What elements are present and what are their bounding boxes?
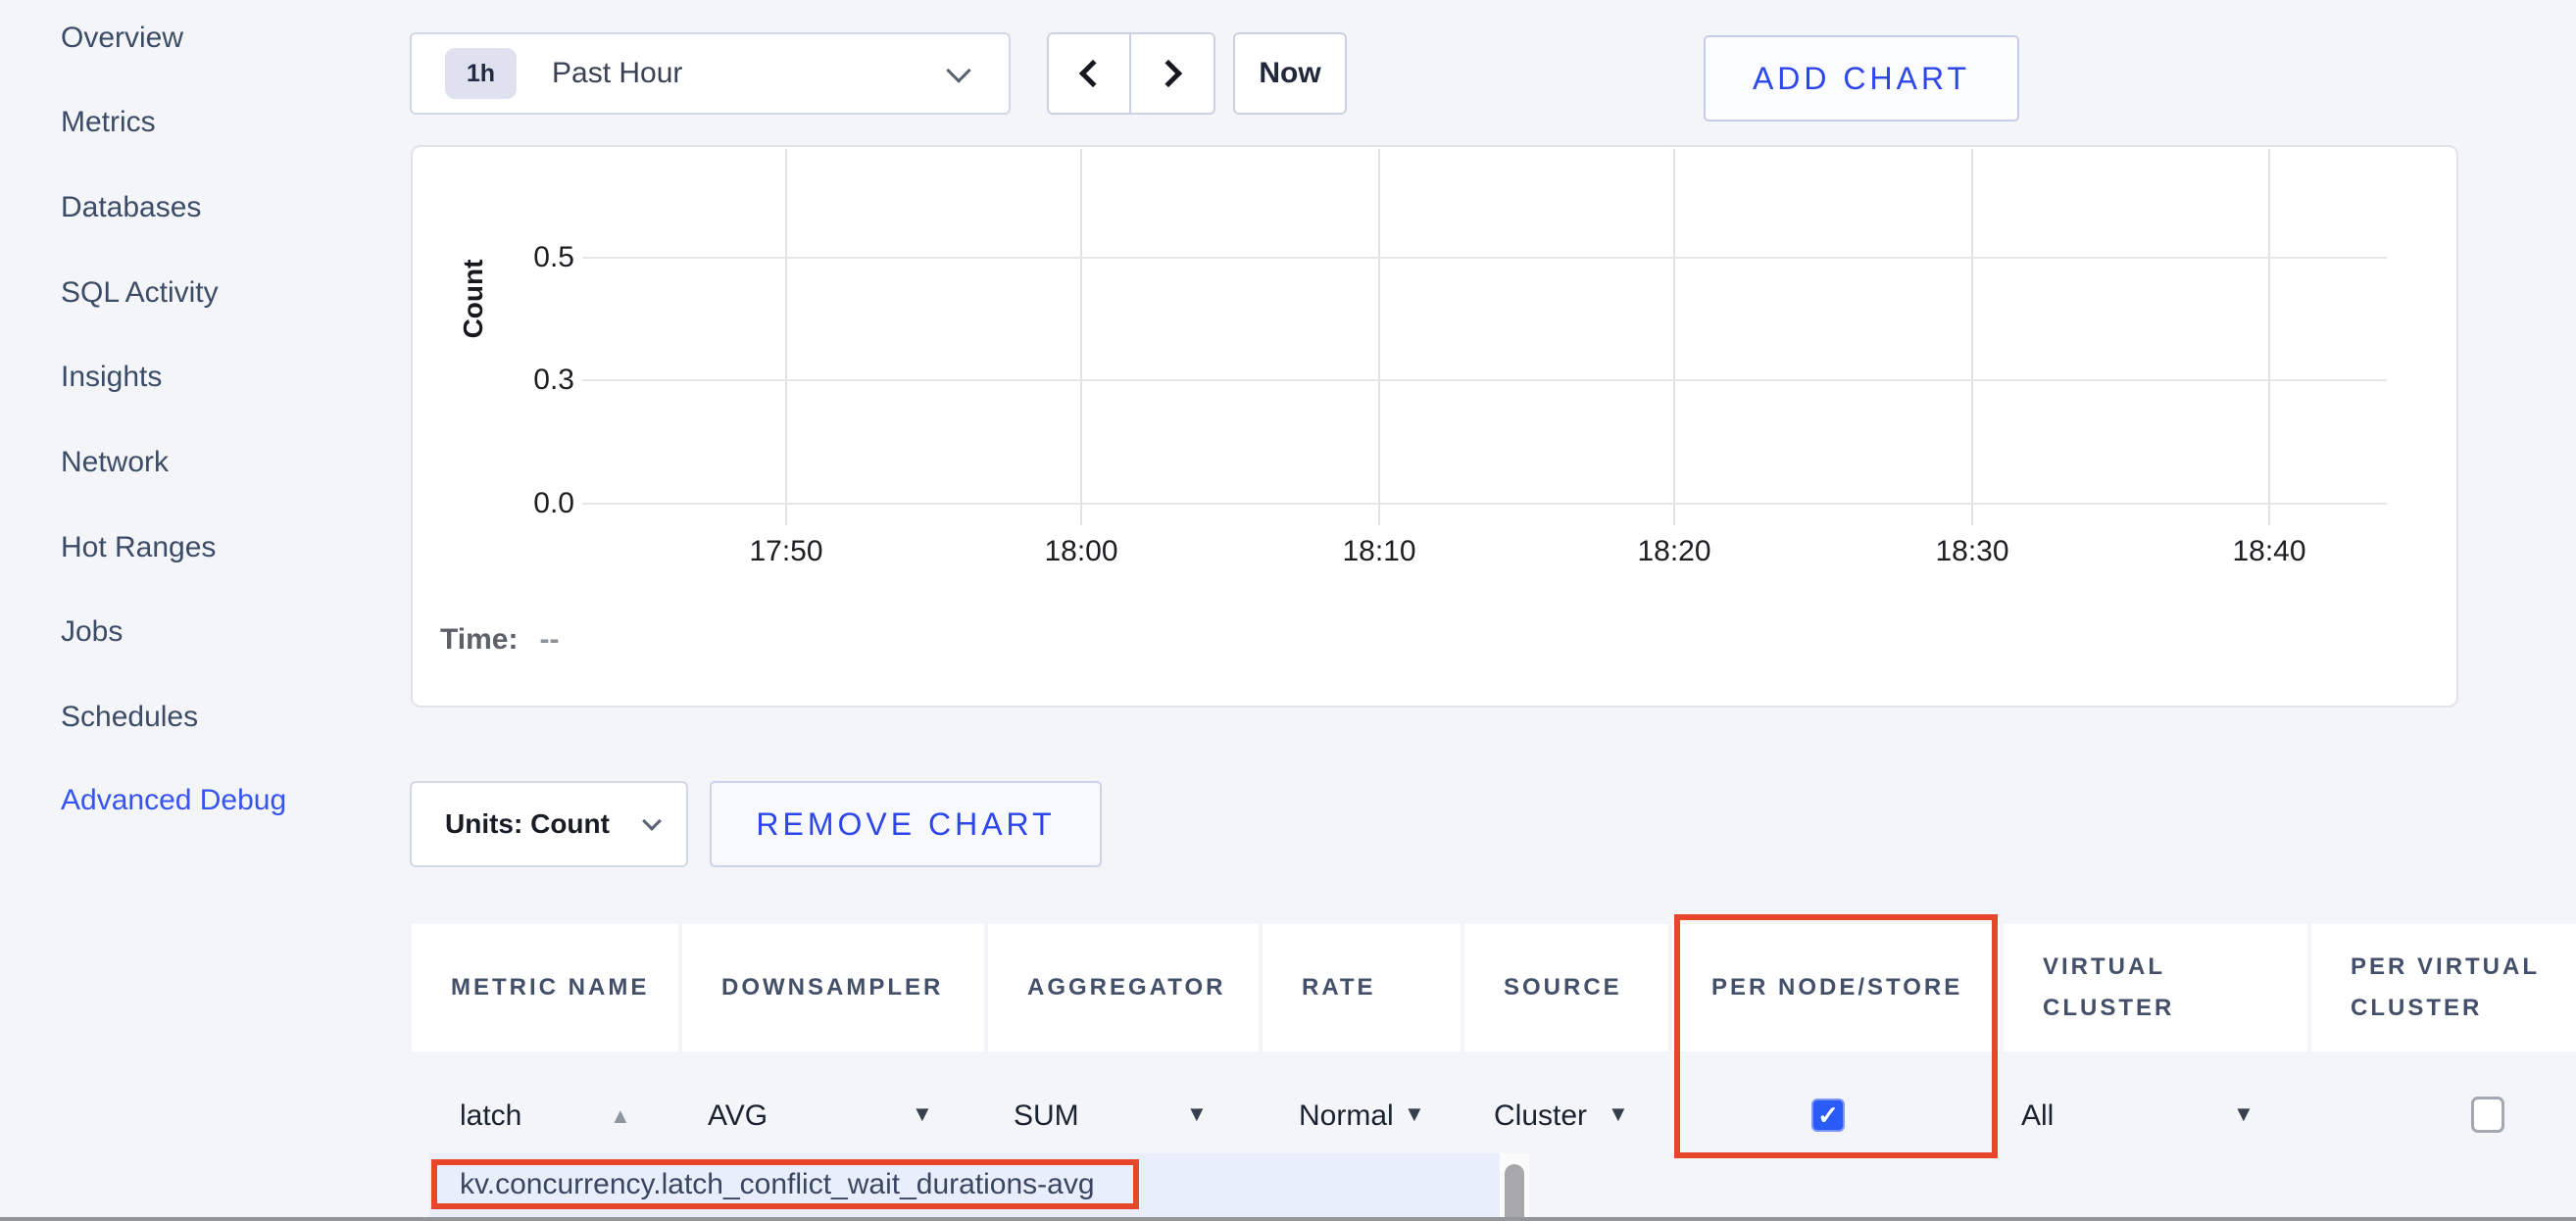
gridline-vertical — [1378, 149, 1380, 525]
x-axis-tick: 17:50 — [718, 535, 855, 568]
sidebar-item-insights[interactable]: Insights — [61, 356, 355, 399]
sidebar-item-advanced-debug[interactable]: Advanced Debug — [61, 779, 355, 822]
gridline-horizontal — [582, 257, 2387, 259]
time-step-back-button[interactable] — [1047, 32, 1131, 115]
header-source: SOURCE — [1464, 924, 1668, 1051]
time-window-badge: 1h — [445, 48, 517, 99]
sidebar-item-hot-ranges[interactable]: Hot Ranges — [61, 526, 355, 569]
chevron-left-icon — [1079, 60, 1107, 87]
header-per-virtual-cluster: PER VIRTUAL CLUSTER — [2311, 924, 2576, 1051]
add-chart-button[interactable]: ADD CHART — [1704, 35, 2019, 122]
y-axis-label: Count — [458, 260, 489, 339]
gridline-horizontal — [582, 503, 2387, 505]
triangle-down-icon[interactable]: ▼ — [2233, 1101, 2254, 1127]
header-downsampler: DOWNSAMPLER — [682, 924, 984, 1051]
triangle-down-icon[interactable]: ▼ — [1186, 1101, 1208, 1127]
triangle-up-icon[interactable]: ▲ — [610, 1103, 631, 1129]
gridline-vertical — [2268, 149, 2270, 525]
chevron-right-icon — [1155, 60, 1182, 87]
x-axis-tick: 18:40 — [2201, 535, 2338, 568]
triangle-down-icon[interactable]: ▼ — [1404, 1101, 1425, 1127]
triangle-down-icon[interactable]: ▼ — [1608, 1101, 1629, 1127]
per-virtual-cluster-checkbox[interactable] — [2471, 1097, 2504, 1133]
annotation-box-suggestion — [431, 1159, 1139, 1209]
annotation-box-per-node-store — [1674, 914, 1998, 1158]
advanced-debug-page: Overview Metrics Databases SQL Activity … — [0, 0, 2576, 1221]
time-step-buttons — [1047, 32, 1215, 115]
time-step-forward-button[interactable] — [1131, 32, 1215, 115]
time-range-selector[interactable]: 1h Past Hour — [410, 32, 1011, 115]
x-axis-tick: 18:30 — [1904, 535, 2041, 568]
header-aggregator: AGGREGATOR — [988, 924, 1259, 1051]
screenshot-bottom-edge — [0, 1217, 2576, 1221]
sidebar-item-overview[interactable]: Overview — [61, 17, 355, 60]
gridline-vertical — [785, 149, 787, 525]
gridline-vertical — [1080, 149, 1082, 525]
sidebar-item-databases[interactable]: Databases — [61, 186, 355, 229]
suggestion-scrollbar — [1500, 1153, 1529, 1221]
source-select[interactable]: Cluster — [1494, 1099, 1587, 1133]
suggestion-scrollbar-thumb[interactable] — [1505, 1164, 1524, 1221]
sidebar-item-network[interactable]: Network — [61, 441, 355, 484]
custom-chart-card: 0.5 0.3 0.0 17:50 18:00 18:10 18:20 18:3… — [411, 145, 2458, 708]
units-dropdown-label: Units: Count — [445, 808, 610, 840]
sidebar-item-schedules[interactable]: Schedules — [61, 696, 355, 739]
metric-name-input[interactable]: latch — [460, 1099, 521, 1133]
triangle-down-icon[interactable]: ▼ — [912, 1101, 933, 1127]
x-axis-tick: 18:20 — [1606, 535, 1743, 568]
sidebar-item-metrics[interactable]: Metrics — [61, 101, 355, 144]
sidebar-item-jobs[interactable]: Jobs — [61, 610, 355, 654]
y-axis-tick: 0.0 — [471, 483, 574, 524]
now-button[interactable]: Now — [1233, 32, 1347, 115]
aggregator-select[interactable]: SUM — [1014, 1099, 1079, 1133]
gridline-vertical — [1971, 149, 1973, 525]
x-axis-tick: 18:10 — [1311, 535, 1448, 568]
gridline-horizontal — [582, 379, 2387, 381]
header-rate: RATE — [1263, 924, 1461, 1051]
rate-select[interactable]: Normal — [1299, 1099, 1394, 1133]
chevron-down-icon — [642, 811, 662, 831]
virtual-cluster-select[interactable]: All — [2021, 1099, 2054, 1133]
units-dropdown[interactable]: Units: Count — [410, 781, 688, 867]
sidebar-item-sql-activity[interactable]: SQL Activity — [61, 271, 355, 315]
chevron-down-icon — [946, 58, 970, 82]
gridline-vertical — [1673, 149, 1675, 525]
x-axis-tick: 18:00 — [1013, 535, 1150, 568]
downsampler-select[interactable]: AVG — [708, 1099, 768, 1133]
time-readout-value: -- — [539, 623, 559, 656]
time-readout: Time: -- — [440, 623, 559, 657]
y-axis-tick: 0.3 — [471, 360, 574, 401]
time-window-label: Past Hour — [552, 57, 682, 90]
remove-chart-button[interactable]: REMOVE CHART — [710, 781, 1102, 867]
time-readout-label: Time: — [440, 623, 518, 656]
header-virtual-cluster: VIRTUAL CLUSTER — [2004, 924, 2307, 1051]
header-metric-name: METRIC NAME — [412, 924, 678, 1051]
